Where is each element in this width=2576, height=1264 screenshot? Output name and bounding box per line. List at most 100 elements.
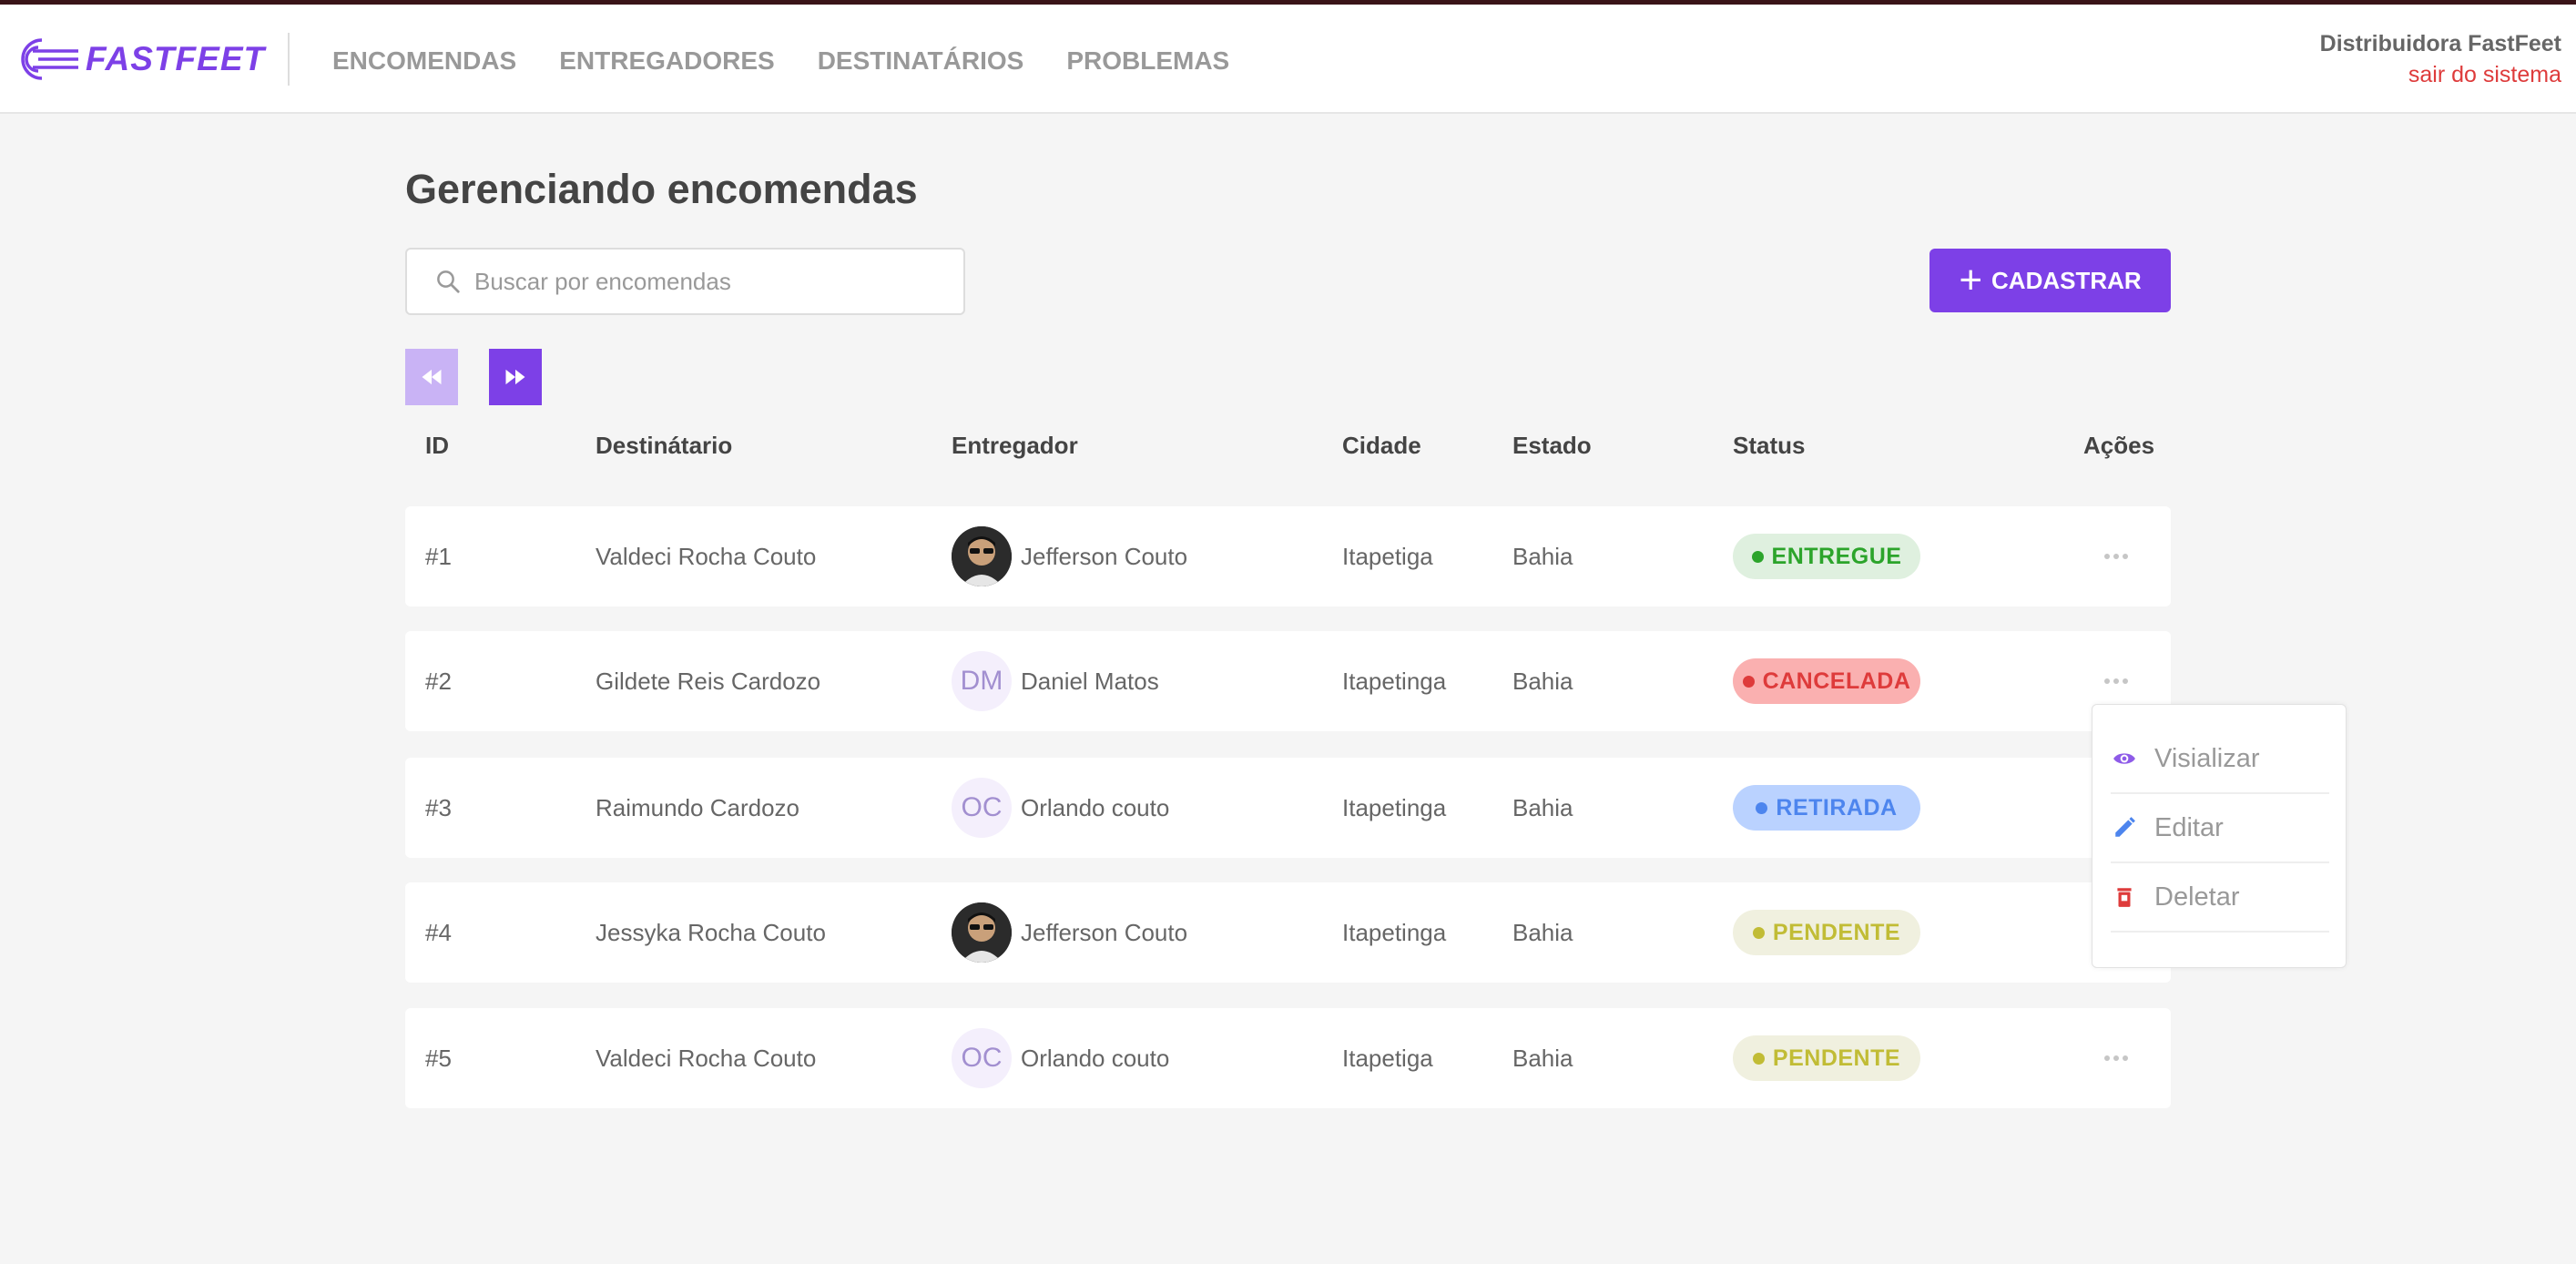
cell-id: #1 [425, 542, 452, 570]
cell-state: Bahia [1512, 1044, 1573, 1072]
menu-item-label: Editar [2154, 812, 2224, 842]
nav-item-problemas[interactable]: PROBLEMAS [1066, 45, 1229, 77]
dot-icon [2104, 1055, 2110, 1061]
avatar-initials: OC [961, 1043, 1003, 1073]
person-photo-icon [952, 526, 1012, 586]
deliveryman-name: Orlando couto [1021, 1044, 1170, 1072]
avatar-initials: DM [960, 666, 1003, 696]
cell-state: Bahia [1512, 793, 1573, 821]
col-header-actions: Ações [2083, 432, 2155, 459]
deliveryman-name: Daniel Matos [1021, 667, 1159, 695]
cell-deliveryman: Jefferson Couto [952, 506, 1187, 607]
table-row: #5 Valdeci Rocha Couto OC Orlando couto … [405, 1008, 2171, 1108]
previous-page-button[interactable] [405, 349, 458, 405]
cell-city: Itapetinga [1342, 667, 1447, 695]
cell-recipient: Valdeci Rocha Couto [596, 542, 817, 570]
cell-state: Bahia [1512, 542, 1573, 570]
header-divider [288, 33, 290, 86]
status-dot [1752, 926, 1765, 939]
menu-item-view[interactable]: Visializar [2111, 725, 2329, 794]
logout-link[interactable]: sair do sistema [2320, 59, 2561, 90]
more-actions-button[interactable] [2103, 668, 2130, 695]
dot-icon [2113, 554, 2119, 559]
status-label: PENDENTE [1772, 919, 1901, 945]
col-header-id: ID [425, 432, 449, 459]
avatar: OC [952, 1028, 1012, 1088]
row-actions-menu: Visializar Editar Deletar [2092, 704, 2347, 968]
table-row: #4 Jessyka Rocha Couto Jefferson Couto I… [405, 882, 2171, 983]
search-input[interactable] [474, 267, 930, 296]
more-actions-button[interactable] [2103, 1045, 2130, 1072]
cell-id: #4 [425, 918, 452, 946]
dot-icon [2104, 554, 2110, 559]
col-header-state: Estado [1512, 432, 1592, 459]
nav-item-encomendas[interactable]: ENCOMENDAS [332, 45, 516, 77]
col-header-city: Cidade [1342, 432, 1421, 459]
add-order-label: CADASTRAR [1991, 266, 2142, 294]
cell-city: Itapetiga [1342, 542, 1433, 570]
col-header-deliveryman: Entregador [952, 432, 1078, 459]
truck-speed-icon [21, 38, 78, 80]
status-dot [1751, 550, 1764, 563]
menu-item-delete[interactable]: Deletar [2111, 863, 2329, 933]
more-actions-button[interactable] [2103, 543, 2130, 570]
status-badge: RETIRADA [1733, 785, 1920, 831]
dot-icon [2113, 678, 2119, 684]
col-header-recipient: Destinátario [596, 432, 733, 459]
top-header: FASTFEET ENCOMENDAS ENTREGADORES DESTINA… [0, 5, 2576, 114]
cell-city: Itapetinga [1342, 918, 1447, 946]
deliveryman-name: Orlando couto [1021, 793, 1170, 821]
cell-recipient: Valdeci Rocha Couto [596, 1044, 817, 1072]
app-logo[interactable]: FASTFEET [15, 32, 265, 87]
next-page-button[interactable] [489, 349, 542, 405]
person-photo-icon [952, 902, 1012, 963]
status-dot [1756, 801, 1768, 814]
avatar-photo [952, 526, 1012, 586]
status-badge: PENDENTE [1733, 1035, 1920, 1081]
logo-text: FASTFEET [86, 40, 266, 77]
table-row: #2 Gildete Reis Cardozo DM Daniel Matos … [405, 631, 2171, 731]
nav-item-destinatarios[interactable]: DESTINATÁRIOS [818, 45, 1024, 77]
add-order-button[interactable]: + CADASTRAR [1929, 249, 2171, 312]
search-box[interactable] [405, 248, 965, 315]
cell-recipient: Raimundo Cardozo [596, 793, 800, 821]
status-label: PENDENTE [1772, 1045, 1901, 1071]
status-label: RETIRADA [1776, 794, 1898, 821]
plus-icon: + [1959, 258, 1983, 302]
deliveryman-name: Jefferson Couto [1021, 542, 1188, 570]
cell-id: #3 [425, 793, 452, 821]
rewind-icon [422, 369, 442, 385]
cell-state: Bahia [1512, 667, 1573, 695]
avatar-initials: OC [961, 792, 1003, 822]
status-badge: CANCELADA [1733, 658, 1920, 704]
dot-icon [2123, 1055, 2128, 1061]
cell-deliveryman: DM Daniel Matos [952, 631, 1159, 731]
status-label: CANCELADA [1762, 668, 1911, 694]
nav-item-entregadores[interactable]: ENTREGADORES [559, 45, 774, 77]
status-label: ENTREGUE [1771, 543, 1902, 569]
table-row: #1 Valdeci Rocha Couto Jefferson Couto I… [405, 506, 2171, 607]
avatar-photo [952, 902, 1012, 963]
dot-icon [2113, 1055, 2119, 1061]
cell-deliveryman: OC Orlando couto [952, 1008, 1169, 1108]
menu-item-edit[interactable]: Editar [2111, 794, 2329, 863]
col-header-status: Status [1733, 432, 1806, 459]
trash-icon [2117, 888, 2132, 907]
user-name: Distribuidora FastFeet [2319, 31, 2561, 56]
avatar: OC [952, 778, 1012, 838]
cell-city: Itapetiga [1342, 1044, 1433, 1072]
page-title: Gerenciando encomendas [405, 166, 918, 212]
deliveryman-name: Jefferson Couto [1021, 918, 1188, 946]
status-badge: PENDENTE [1733, 910, 1920, 955]
status-dot [1742, 675, 1755, 688]
user-area: Distribuidora FastFeet sair do sistema [2320, 28, 2561, 90]
dot-icon [2123, 554, 2128, 559]
dot-icon [2123, 678, 2128, 684]
status-dot [1752, 1052, 1765, 1065]
menu-item-label: Deletar [2154, 882, 2240, 912]
cell-recipient: Gildete Reis Cardozo [596, 667, 821, 695]
cell-deliveryman: Jefferson Couto [952, 882, 1187, 983]
cell-recipient: Jessyka Rocha Couto [596, 918, 826, 946]
avatar: DM [952, 651, 1012, 711]
table-row: #3 Raimundo Cardozo OC Orlando couto Ita… [405, 758, 2171, 858]
